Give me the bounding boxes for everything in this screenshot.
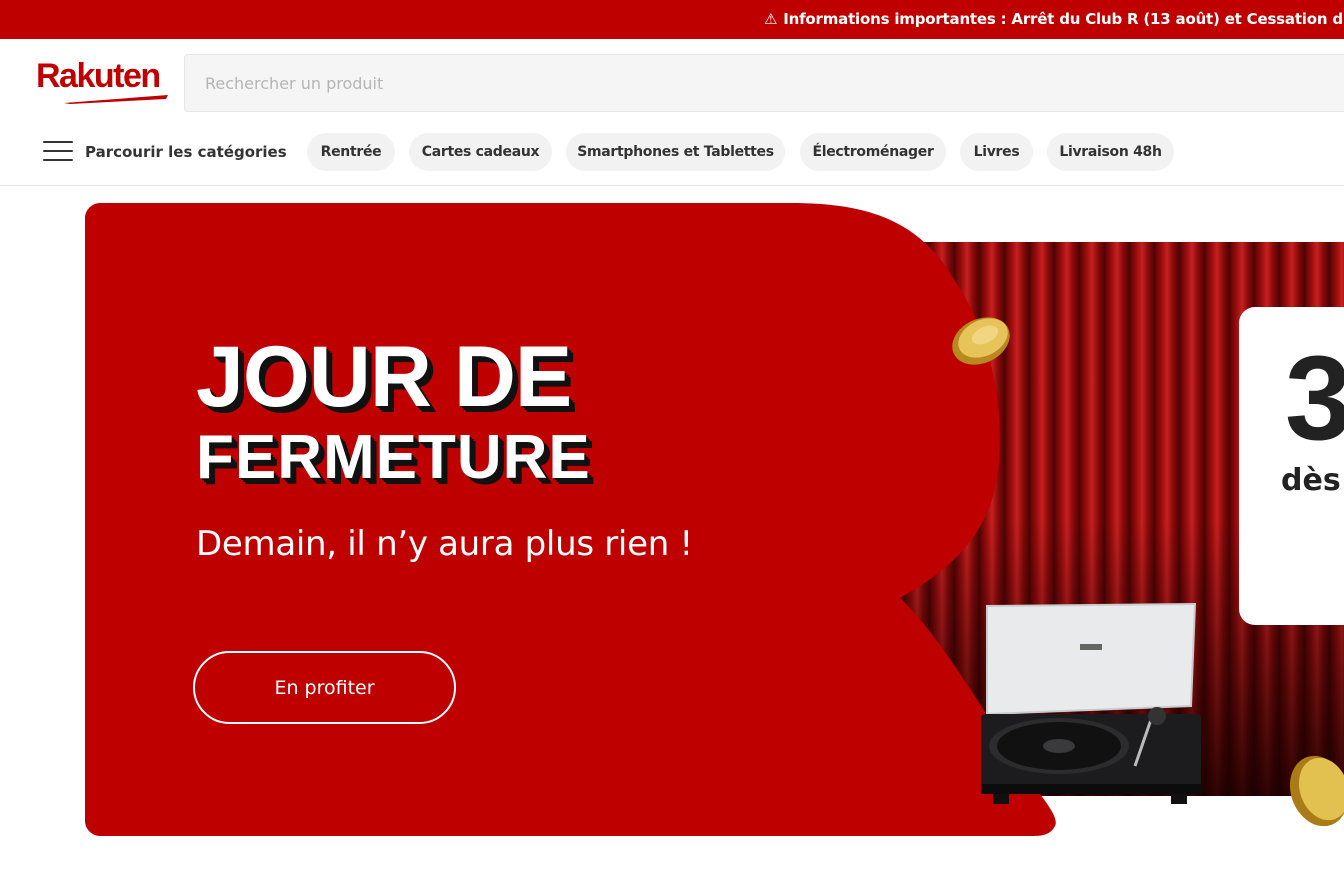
hero-red-panel <box>85 203 1056 836</box>
hero-title-line1: JOUR DE <box>196 329 572 425</box>
category-nav: Parcourir les catégories Rentrée Cartes … <box>0 125 1344 186</box>
menu-icon[interactable] <box>43 141 73 165</box>
hero-banner[interactable]: 3 dès JOUR DE FERMETURE Demain, il n’y a… <box>0 186 1344 896</box>
promo-card[interactable]: 3 dès <box>1239 307 1344 625</box>
browse-categories-link[interactable]: Parcourir les catégories <box>85 143 287 161</box>
coin-icon <box>952 317 1010 365</box>
promo-big-number: 3 <box>1285 331 1344 465</box>
search-input[interactable] <box>185 55 1344 111</box>
hero-subtitle: Demain, il n’y aura plus rien ! <box>196 524 693 564</box>
top-info-banner[interactable]: ⚠ Informations importantes : Arrêt du Clu… <box>0 0 1344 39</box>
promo-small-text: dès <box>1281 463 1341 498</box>
logo-swoosh <box>64 95 168 104</box>
info-message[interactable]: ⚠ Informations importantes : Arrêt du Clu… <box>764 10 1344 28</box>
logo-wordmark: Rakuten <box>36 57 161 95</box>
chip-livraison-48h[interactable]: Livraison 48h <box>1047 133 1174 171</box>
site-header: Rakuten <box>0 39 1344 125</box>
info-message-text: Informations importantes : Arrêt du Club… <box>783 10 1344 28</box>
coin-icon <box>1289 755 1344 827</box>
chip-livres[interactable]: Livres <box>960 133 1033 171</box>
chip-smartphones-tablettes[interactable]: Smartphones et Tablettes <box>566 133 785 171</box>
search-bar[interactable] <box>184 54 1344 112</box>
warning-icon: ⚠ <box>764 10 778 28</box>
chip-cartes-cadeaux[interactable]: Cartes cadeaux <box>409 133 552 171</box>
chip-electromenager[interactable]: Électroménager <box>800 133 946 171</box>
hero-title-line2: FERMETURE <box>196 423 591 492</box>
en-profiter-button[interactable]: En profiter <box>193 651 456 724</box>
rakuten-logo[interactable]: Rakuten <box>36 57 176 105</box>
chip-rentree[interactable]: Rentrée <box>307 133 395 171</box>
turntable-image <box>981 602 1201 804</box>
